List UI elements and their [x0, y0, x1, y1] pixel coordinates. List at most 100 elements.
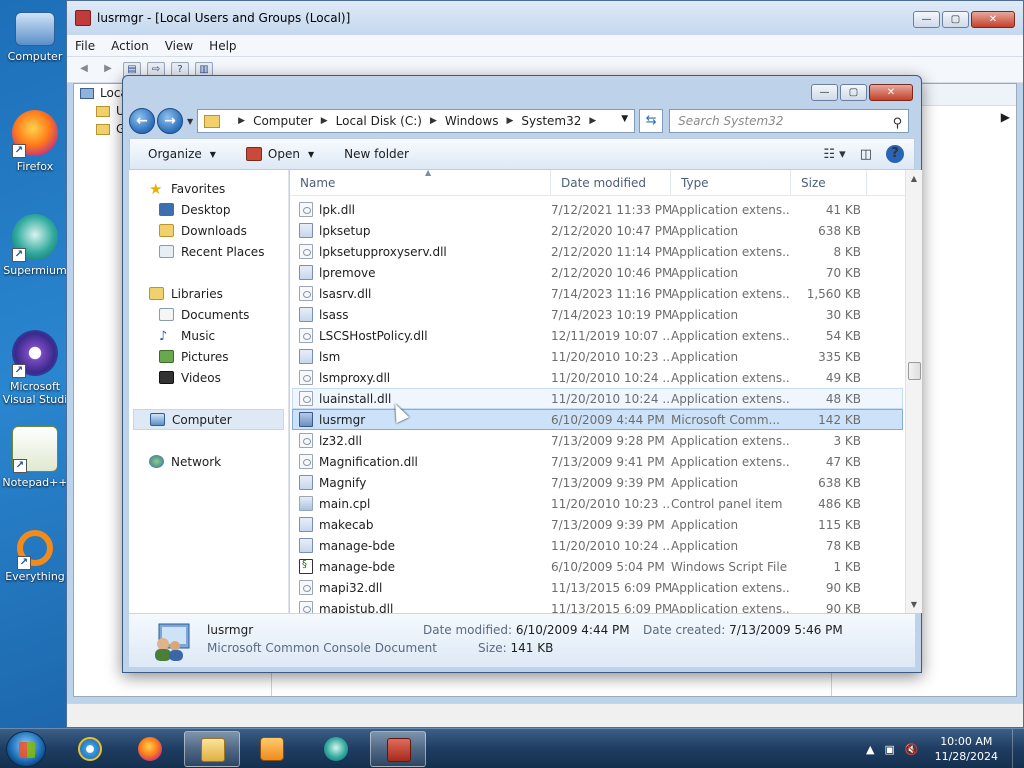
show-hidden-icons-icon[interactable]: ▲ [866, 743, 874, 756]
nav-libraries[interactable]: Libraries [129, 283, 288, 304]
file-row[interactable]: lsasrv.dll 7/14/2023 11:16 PM Application … [292, 283, 903, 304]
file-row[interactable]: lpremove 2/12/2020 10:46 PM Application 70 … [292, 262, 903, 283]
scroll-down-icon[interactable]: ▼ [906, 596, 922, 613]
nav-network[interactable]: Network [129, 451, 288, 472]
file-row[interactable]: lpk.dll 7/12/2021 11:33 PM Application ext… [292, 199, 903, 220]
search-icon[interactable]: ⚲ [893, 113, 903, 135]
file-type: Control panel item [671, 496, 783, 511]
nav-pictures[interactable]: Pictures [129, 346, 288, 367]
breadcrumb-windows[interactable]: Windows [445, 114, 499, 128]
column-name[interactable]: Name [290, 170, 551, 196]
menu-help[interactable]: Help [209, 39, 236, 53]
new-folder-button[interactable]: New folder [344, 147, 409, 161]
nav-videos[interactable]: Videos [129, 367, 288, 388]
breadcrumb-separator-icon[interactable]: ▶ [321, 116, 328, 126]
desktop-icon-supermium[interactable]: ↗ Supermium [0, 214, 70, 277]
breadcrumb-separator-icon[interactable]: ▶ [506, 116, 513, 126]
breadcrumb-separator-icon[interactable]: ▶ [589, 116, 596, 126]
file-row[interactable]: lusrmgr 6/10/2009 4:44 PM Microsoft Comm..… [292, 409, 903, 430]
taskbar-lusrmgr[interactable] [370, 731, 426, 767]
menu-file[interactable]: File [75, 39, 95, 53]
file-row[interactable]: main.cpl 11/20/2010 10:23 ... Control pane… [292, 493, 903, 514]
clock[interactable]: 10:00 AM 11/28/2024 [935, 734, 998, 764]
column-type[interactable]: Type [671, 170, 791, 196]
details-label: Date created: [643, 623, 726, 637]
file-row[interactable]: Magnification.dll 7/13/2009 9:41 PM Applic… [292, 451, 903, 472]
file-row[interactable]: Magnify 7/13/2009 9:39 PM Application 638 K… [292, 472, 903, 493]
minimize-button[interactable]: — [811, 84, 838, 101]
show-desktop-button[interactable] [1012, 729, 1024, 768]
column-date-modified[interactable]: Date modified [551, 170, 671, 196]
breadcrumb-computer[interactable]: Computer [253, 114, 313, 128]
lusrmgr-titlebar[interactable]: lusrmgr - [Local Users and Groups (Local… [67, 1, 1023, 35]
recent-pages-dropdown-icon[interactable]: ▼ [187, 117, 193, 126]
explorer-window[interactable]: — ▢ ✕ ← → ▼ ▶ Computer ▶ Local Disk (C:)… [122, 75, 922, 673]
file-row[interactable]: luainstall.dll 11/20/2010 10:24 ... Applic… [292, 388, 903, 409]
file-size: 47 KB [825, 454, 861, 469]
help-icon[interactable]: ? [886, 145, 904, 163]
close-button[interactable]: ✕ [971, 11, 1015, 28]
network-tray-icon[interactable]: ▣ [884, 743, 894, 756]
forward-button[interactable]: → [157, 108, 183, 134]
minimize-button[interactable]: — [913, 11, 940, 28]
explorer-titlebar[interactable] [123, 76, 921, 108]
taskbar-explorer[interactable] [184, 731, 240, 767]
file-row[interactable]: lpksetupproxyserv.dll 2/12/2020 11:14 PM A… [292, 241, 903, 262]
desktop-icon-firefox[interactable]: ↗ Firefox [0, 110, 70, 173]
file-row[interactable]: lpksetup 2/12/2020 10:47 PM Application 638… [292, 220, 903, 241]
taskbar-supermium[interactable] [308, 731, 364, 767]
open-button[interactable]: Open ▼ [245, 147, 314, 161]
maximize-button[interactable]: ▢ [942, 11, 969, 28]
breadcrumb-system32[interactable]: System32 [521, 114, 581, 128]
breadcrumb-separator-icon[interactable]: ▶ [238, 116, 245, 126]
file-row[interactable]: mapi32.dll 11/13/2015 6:09 PM Application … [292, 577, 903, 598]
file-dll-icon [299, 370, 313, 385]
file-row[interactable]: mapistub.dll 11/13/2015 6:09 PM Applicatio… [292, 598, 903, 613]
start-button[interactable] [6, 731, 46, 767]
nav-music[interactable]: ♪ Music [129, 325, 288, 346]
desktop-icon-visual-studio[interactable]: ↗ Microsoft Visual Studi [0, 330, 70, 406]
address-dropdown-icon[interactable]: ▼ [621, 114, 628, 124]
back-icon[interactable]: ◀ [75, 62, 93, 78]
menu-view[interactable]: View [165, 39, 193, 53]
file-row[interactable]: manage-bde 11/20/2010 10:24 ... Applicatio… [292, 535, 903, 556]
back-button[interactable]: ← [129, 108, 155, 134]
file-row[interactable]: lsm 11/20/2010 10:23 ... Application 335 KB [292, 346, 903, 367]
file-row[interactable]: lz32.dll 7/13/2009 9:28 PM Application ext… [292, 430, 903, 451]
breadcrumb-local-disk[interactable]: Local Disk (C:) [336, 114, 422, 128]
file-row[interactable]: lsass 7/14/2023 10:19 PM Application 30 KB [292, 304, 903, 325]
search-input[interactable]: Search System32 ⚲ [669, 109, 910, 135]
menu-action[interactable]: Action [111, 39, 149, 53]
nav-recent-places[interactable]: Recent Places [129, 241, 288, 262]
desktop-icon-computer[interactable]: Computer [0, 8, 70, 63]
forward-icon[interactable]: ▶ [99, 62, 117, 78]
taskbar-internet-explorer[interactable] [62, 731, 118, 767]
volume-muted-icon[interactable]: 🔇 [905, 743, 919, 756]
nav-documents[interactable]: Documents [129, 304, 288, 325]
taskbar-firefox[interactable] [122, 731, 178, 767]
scroll-up-icon[interactable]: ▲ [906, 170, 922, 187]
organize-button[interactable]: Organize ▼ [148, 147, 216, 161]
breadcrumb-separator-icon[interactable]: ▶ [430, 116, 437, 126]
desktop-icon-notepadpp[interactable]: ↗ Notepad++ [0, 426, 70, 489]
preview-pane-icon[interactable]: ◫ [860, 147, 872, 162]
file-row[interactable]: LSCSHostPolicy.dll 12/11/2019 10:07 ... Ap… [292, 325, 903, 346]
nav-downloads[interactable]: Downloads [129, 220, 288, 241]
nav-label: Downloads [181, 223, 247, 238]
refresh-button[interactable]: ⇆ [639, 109, 664, 133]
close-button[interactable]: ✕ [869, 84, 913, 101]
file-row[interactable]: lsmproxy.dll 11/20/2010 10:24 ... Applicat… [292, 367, 903, 388]
file-row[interactable]: makecab 7/13/2009 9:39 PM Application 115 K… [292, 514, 903, 535]
nav-desktop[interactable]: Desktop [129, 199, 288, 220]
scrollbar-thumb[interactable] [908, 362, 921, 380]
desktop-icon-everything[interactable]: ↗ Everything [0, 530, 70, 583]
address-bar[interactable]: ▶ Computer ▶ Local Disk (C:) ▶ Windows ▶… [197, 109, 636, 133]
taskbar-media-player[interactable] [244, 731, 300, 767]
change-view-icon[interactable]: ☷ ▾ [823, 147, 845, 162]
maximize-button[interactable]: ▢ [840, 84, 867, 101]
column-size[interactable]: Size [791, 170, 867, 196]
vertical-scrollbar[interactable]: ▲ ▼ [905, 170, 922, 613]
file-row[interactable]: manage-bde 6/10/2009 5:04 PM Windows Scrip… [292, 556, 903, 577]
nav-computer[interactable]: Computer [133, 409, 284, 430]
nav-favorites[interactable]: ★ Favorites [129, 178, 288, 199]
